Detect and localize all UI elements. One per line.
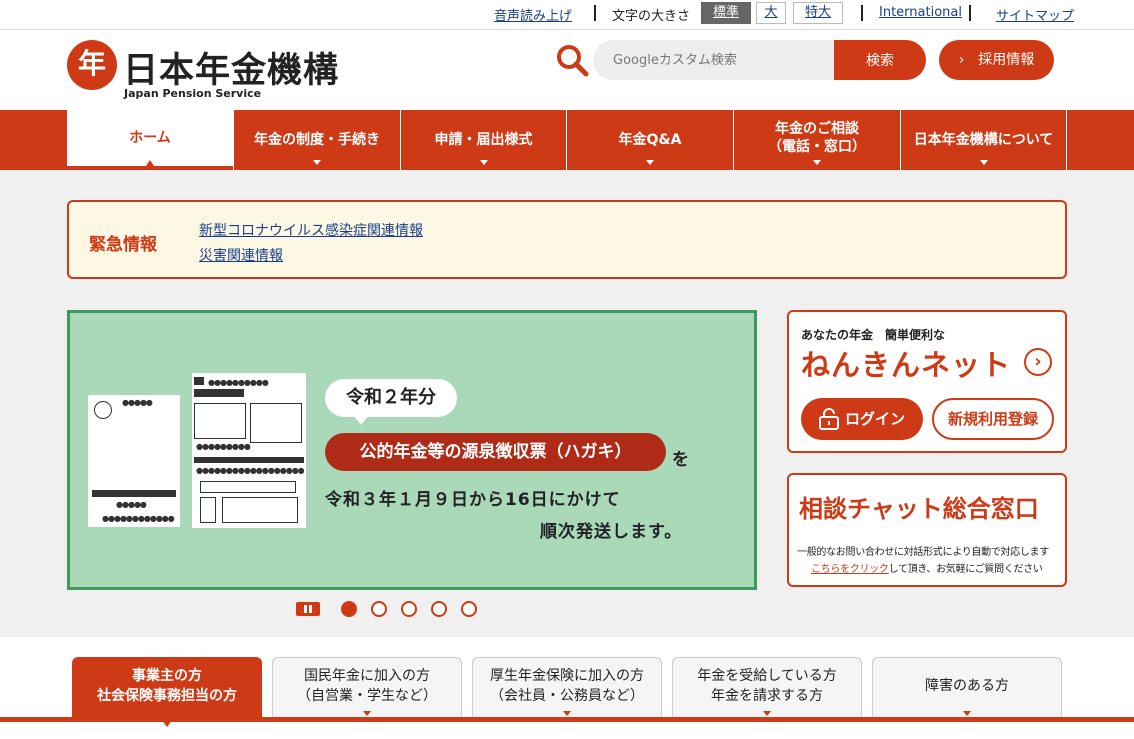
read-aloud-link[interactable]: 音声読み上げ bbox=[494, 5, 572, 24]
chat-description: 一般的なお問い合わせに対話形式により自動で対応します bbox=[797, 547, 1049, 558]
divider bbox=[969, 5, 971, 21]
chat-click-link[interactable]: こちらをクリック bbox=[811, 564, 889, 575]
slide-dot-5[interactable] bbox=[461, 601, 477, 617]
postcard-illustration: ●●●●● ●●●●● ●●●●●●●●●●●● bbox=[88, 395, 180, 527]
login-label: ログイン bbox=[845, 410, 906, 428]
nav-item-consultation[interactable]: 年金のご相談 （電話・窓口） bbox=[733, 110, 900, 170]
international-link[interactable]: International bbox=[879, 5, 962, 20]
nav-label: 年金の制度・手続き bbox=[254, 132, 380, 148]
chevron-right-circle-icon[interactable]: › bbox=[1024, 348, 1052, 376]
tab-label: 厚生年金保険に加入の方 （会社員・公務員など） bbox=[490, 667, 644, 704]
slide-dot-2[interactable] bbox=[371, 601, 387, 617]
register-button[interactable]: 新規利用登録 bbox=[932, 398, 1054, 440]
slide-dot-4[interactable] bbox=[431, 601, 447, 617]
chevron-down-icon bbox=[979, 160, 988, 165]
recruit-label: 採用情報 bbox=[978, 52, 1035, 68]
tab-label: 事業主の方 社会保険事務担当の方 bbox=[97, 667, 237, 704]
font-size-xlarge-button[interactable]: 特大 bbox=[793, 2, 843, 24]
logo-mark-icon: 年 bbox=[67, 40, 117, 90]
chevron-down-icon bbox=[646, 160, 654, 165]
chat-instruction: こちらをクリックして頂き、お気軽にご質問ください bbox=[811, 560, 1043, 575]
font-size-large-button[interactable]: 大 bbox=[756, 2, 786, 24]
tab-label: 年金を受給している方 年金を請求する方 bbox=[697, 667, 837, 704]
form-illustration: ●●●●●●●●●● ●●●●●●●●● ●●●●●●●●●●●●●●●●●● bbox=[192, 373, 306, 528]
nav-item-system[interactable]: 年金の制度・手続き bbox=[233, 110, 400, 170]
nav-label: 日本年金機構について bbox=[913, 132, 1054, 148]
banner-headline: 公的年金等の源泉徴収票（ハガキ） bbox=[325, 433, 666, 471]
banner-year-tag: 令和２年分 bbox=[325, 379, 457, 417]
recruit-button[interactable]: › 採用情報 bbox=[939, 40, 1054, 80]
tab-pension-recipients[interactable]: 年金を受給している方 年金を請求する方 bbox=[672, 657, 862, 719]
chevron-down-icon bbox=[563, 711, 571, 716]
search-input[interactable] bbox=[593, 40, 836, 80]
nav-label: 年金のご相談 （電話・窓口） bbox=[768, 121, 866, 155]
covid-info-link[interactable]: 新型コロナウイルス感染症関連情報 bbox=[199, 220, 423, 240]
tab-label: 国民年金に加入の方 （自営業・学生など） bbox=[297, 667, 437, 704]
slide-dot-1[interactable] bbox=[341, 601, 357, 617]
font-size-standard-button[interactable]: 標準 bbox=[701, 2, 751, 24]
chevron-down-icon bbox=[479, 160, 488, 165]
tab-employers[interactable]: 事業主の方 社会保険事務担当の方 bbox=[72, 657, 262, 727]
chevron-down-icon bbox=[313, 160, 321, 165]
active-indicator-icon bbox=[146, 160, 154, 166]
global-nav: ホーム 年金の制度・手続き 申請・届出様式 年金Q&A 年金のご相談 （電話・窓… bbox=[0, 110, 1134, 170]
chevron-down-icon bbox=[963, 711, 971, 716]
chevron-down-icon bbox=[363, 711, 371, 716]
logo-english-text: Japan Pension Service bbox=[124, 87, 262, 100]
font-size-label: 文字の大きさ bbox=[612, 9, 691, 24]
lock-icon bbox=[819, 408, 839, 430]
nav-item-qa[interactable]: 年金Q&A bbox=[566, 110, 733, 170]
nav-label: 年金Q&A bbox=[618, 132, 682, 148]
logo-text: 日本年金機構 bbox=[123, 51, 340, 91]
chat-title: 相談チャット総合窓口 bbox=[799, 495, 1039, 523]
pause-icon[interactable] bbox=[296, 602, 320, 616]
chevron-right-icon: › bbox=[958, 52, 979, 68]
chevron-down-icon bbox=[763, 711, 771, 716]
nav-label: 申請・届出様式 bbox=[434, 132, 533, 148]
slide-dot-3[interactable] bbox=[401, 601, 417, 617]
hero-banner[interactable]: ●●●●● ●●●●● ●●●●●●●●●●●● ●●●●●●●●●● ●●●●… bbox=[67, 310, 757, 590]
banner-date-text: 令和３年１月９日から16日にかけて bbox=[325, 490, 621, 510]
chat-instruction-text: して頂き、お気軽にご質問ください bbox=[888, 564, 1043, 575]
nav-item-home[interactable]: ホーム bbox=[67, 110, 233, 170]
nenkin-net-title[interactable]: ねんきんネット bbox=[801, 342, 1011, 384]
tab-employees-pension[interactable]: 厚生年金保険に加入の方 （会社員・公務員など） bbox=[472, 657, 662, 719]
chat-consultation-panel[interactable]: 相談チャット総合窓口 一般的なお問い合わせに対話形式により自動で対応します こち… bbox=[787, 473, 1067, 587]
tab-disability[interactable]: 障害のある方 bbox=[872, 657, 1062, 719]
banner-send-text: 順次発送します。 bbox=[540, 522, 683, 542]
nenkin-net-panel: あなたの年金 簡単便利な ねんきんネット › ログイン 新規利用登録 bbox=[787, 310, 1067, 453]
nenkin-net-subtitle: あなたの年金 簡単便利な bbox=[801, 328, 946, 342]
chevron-down-icon bbox=[813, 160, 821, 165]
emergency-notice: 緊急情報 新型コロナウイルス感染症関連情報 災害関連情報 bbox=[67, 200, 1067, 279]
search-button[interactable]: 検索 bbox=[834, 40, 926, 80]
nav-label: ホーム bbox=[129, 130, 171, 146]
divider bbox=[594, 5, 596, 21]
login-button[interactable]: ログイン bbox=[801, 398, 923, 440]
nav-item-about[interactable]: 日本年金機構について bbox=[900, 110, 1067, 170]
nav-item-forms[interactable]: 申請・届出様式 bbox=[400, 110, 566, 170]
utility-bar: 音声読み上げ 文字の大きさ 標準 大 特大 International サイトマ… bbox=[0, 0, 1134, 30]
sitemap-link[interactable]: サイトマップ bbox=[996, 5, 1074, 24]
banner-particle: を bbox=[672, 450, 689, 470]
emergency-title: 緊急情報 bbox=[89, 235, 157, 255]
search-icon bbox=[557, 45, 589, 77]
speech-tail bbox=[353, 415, 369, 425]
divider bbox=[861, 5, 863, 21]
tab-label: 障害のある方 bbox=[925, 677, 1009, 694]
tabs-underline bbox=[0, 717, 1134, 722]
disaster-info-link[interactable]: 災害関連情報 bbox=[199, 245, 283, 265]
tab-national-pension[interactable]: 国民年金に加入の方 （自営業・学生など） bbox=[272, 657, 462, 719]
